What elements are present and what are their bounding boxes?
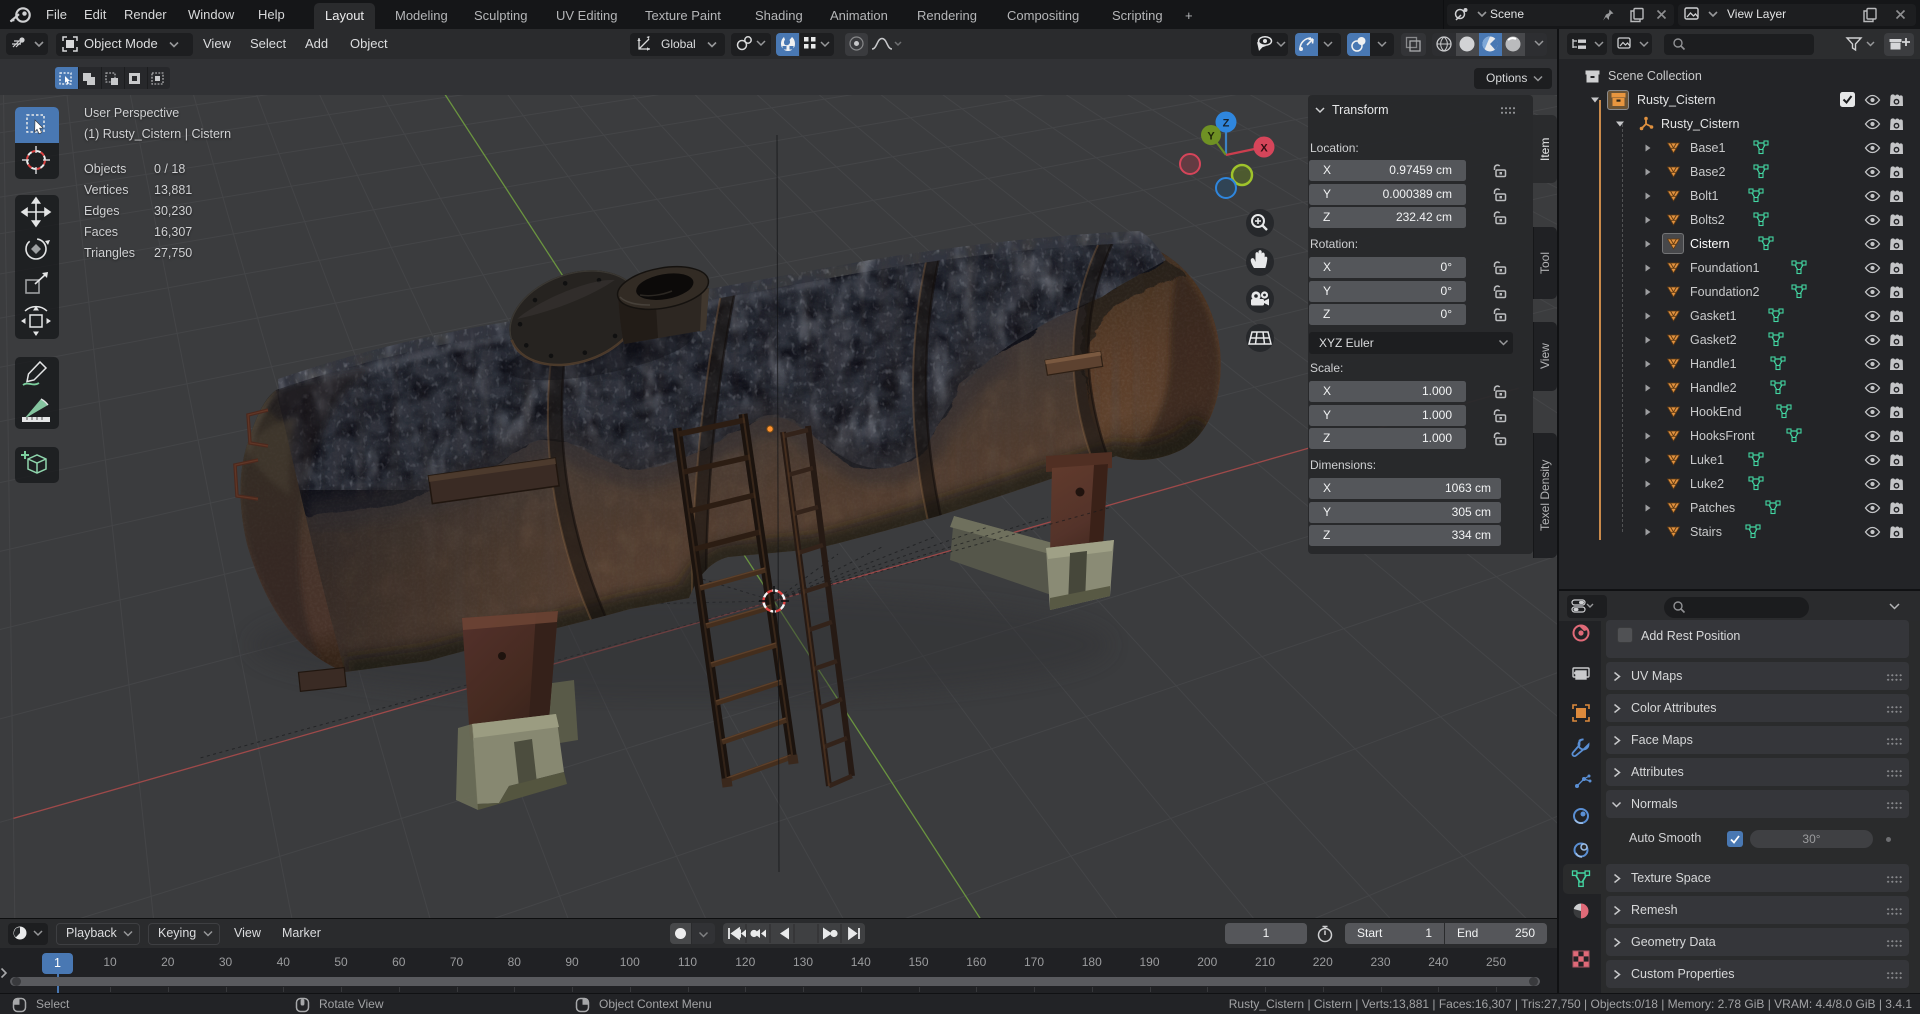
svg-text:Z: Z (1223, 118, 1230, 130)
svg-text:Y: Y (1207, 131, 1215, 143)
svg-text:X: X (1260, 143, 1268, 155)
